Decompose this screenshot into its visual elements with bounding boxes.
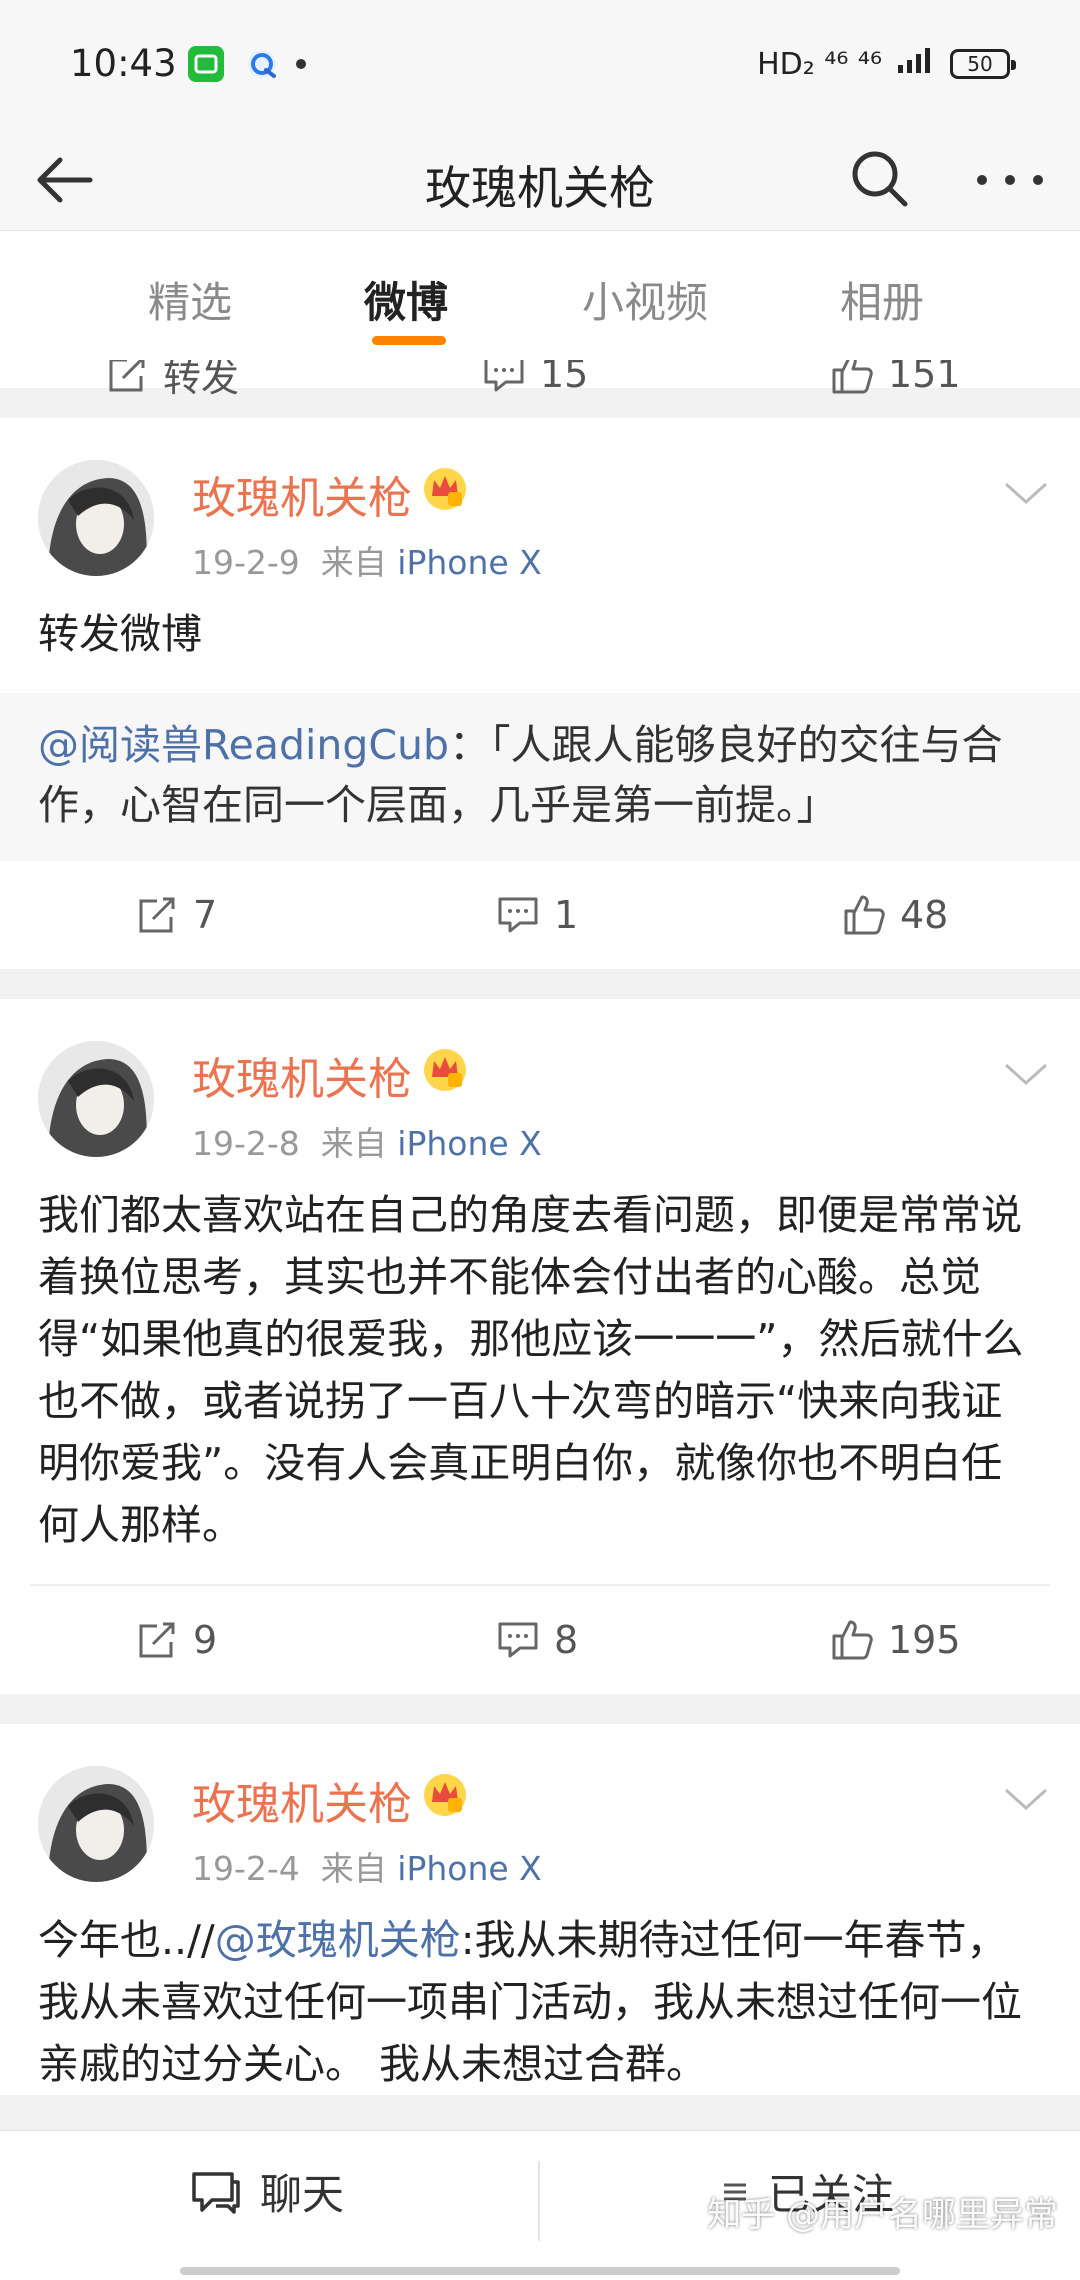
- tab-album[interactable]: 相册: [840, 269, 924, 330]
- active-tab-indicator: [372, 336, 446, 345]
- comment-button[interactable]: 1: [496, 861, 578, 969]
- weibo-feed[interactable]: 转发 15 151 玫瑰机关枪 19-2-9 来自 iPhone X 转发微博 …: [0, 360, 1080, 2130]
- mention-link[interactable]: @玫瑰机关枪: [215, 1916, 461, 1964]
- repost-count: 9: [193, 1618, 218, 1662]
- thumbs-up-icon: [832, 1620, 873, 1660]
- like-count: 195: [888, 1618, 961, 1662]
- signal-icon: [896, 45, 936, 83]
- repost-icon: [139, 897, 175, 933]
- reposted-content[interactable]: @阅读兽ReadingCub：「人跟人能够良好的交往与合作，心智在同一个层面，几…: [0, 693, 1080, 861]
- like-button[interactable]: 195: [830, 1586, 961, 1694]
- vip-crown-icon: [422, 466, 468, 512]
- weibo-post[interactable]: 玫瑰机关枪 19-2-4 来自 iPhone X 今年也..//@玫瑰机关枪:我…: [0, 1724, 1080, 2095]
- post-from: 来自: [320, 543, 387, 582]
- comment-icon: [498, 897, 538, 933]
- post-source[interactable]: iPhone X: [397, 543, 542, 582]
- repost-label: 转发: [163, 360, 240, 400]
- repost-icon: [139, 1622, 175, 1658]
- chat-icon: [192, 2171, 240, 2214]
- post-text: 我们都太喜欢站在自己的角度去看问题，即便是常常说着换位思考，其实也并不能体会付出…: [38, 1191, 1024, 1549]
- feed-separator: [0, 1694, 1080, 1724]
- chat-button[interactable]: 聊天: [190, 2161, 344, 2222]
- repost-icon: [109, 360, 145, 392]
- browser-icon: [244, 46, 280, 82]
- vip-crown-icon: [422, 1047, 468, 1093]
- home-indicator[interactable]: [180, 2267, 900, 2275]
- author-name[interactable]: 玫瑰机关枪: [192, 1768, 412, 1832]
- thumbs-up-icon: [832, 360, 873, 394]
- comment-count: 15: [540, 360, 589, 396]
- repost-button[interactable]: 7: [135, 861, 217, 969]
- watermark: 知乎 @用户名哪里异常: [707, 2195, 1058, 2235]
- profile-tabs: 精选 微博 小视频 相册: [0, 230, 1080, 360]
- weibo-post[interactable]: 玫瑰机关枪 19-2-8 来自 iPhone X 我们都太喜欢站在自己的角度去看…: [0, 999, 1080, 1694]
- repost-button[interactable]: 9: [135, 1586, 217, 1694]
- chevron-down-icon[interactable]: [1002, 478, 1050, 508]
- like-count: 151: [888, 360, 961, 396]
- post-date: 19-2-8: [192, 1124, 300, 1163]
- chevron-down-icon[interactable]: [1002, 1784, 1050, 1814]
- post-actions: 9 8 195: [0, 1586, 1080, 1694]
- page-title: 玫瑰机关枪: [425, 161, 655, 215]
- repost-user-link[interactable]: @阅读兽ReadingCub: [38, 721, 449, 769]
- network-indicator: HD₂ ⁴⁶ ⁴⁶: [757, 46, 882, 82]
- thumbs-up-icon: [844, 895, 885, 935]
- post-from: 来自: [320, 1849, 387, 1888]
- post-source[interactable]: iPhone X: [397, 1849, 542, 1888]
- post-from: 来自: [320, 1124, 387, 1163]
- status-indicators: HD₂ ⁴⁶ ⁴⁶ 50: [757, 44, 1016, 84]
- more-options-icon[interactable]: [970, 150, 1050, 210]
- post-actions: 7 1 48: [0, 861, 1080, 969]
- comment-count: 8: [554, 1618, 579, 1662]
- search-icon[interactable]: [845, 144, 915, 214]
- repost-count: 7: [193, 893, 218, 937]
- iqiyi-icon: [188, 46, 224, 82]
- comment-icon: [498, 1622, 538, 1658]
- author-name[interactable]: 玫瑰机关枪: [192, 1043, 412, 1107]
- comment-button[interactable]: 8: [496, 1586, 578, 1694]
- post-text-prefix: 今年也..//: [38, 1916, 215, 1964]
- chevron-down-icon[interactable]: [1002, 1059, 1050, 1089]
- post-date: 19-2-9: [192, 543, 300, 582]
- vip-crown-icon: [422, 1772, 468, 1818]
- comment-icon: [484, 360, 524, 392]
- status-time: 10:43: [70, 42, 177, 85]
- post-header: 玫瑰机关枪 19-2-9 来自 iPhone X: [0, 418, 1080, 603]
- like-count: 48: [900, 893, 949, 937]
- previous-post-actions: 转发 15 151: [0, 360, 1080, 400]
- author-name[interactable]: 玫瑰机关枪: [192, 462, 412, 526]
- tab-short-videos[interactable]: 小视频: [582, 269, 708, 330]
- status-bar: 10:43 HD₂ ⁴⁶ ⁴⁶ 50: [0, 0, 1080, 130]
- avatar[interactable]: [38, 1766, 154, 1882]
- nav-bar: 玫瑰机关枪: [0, 130, 1080, 230]
- post-text: 今年也..//@玫瑰机关枪:我从未期待过任何一年春节，我从未喜欢过任何一项串门活…: [0, 1909, 1080, 2095]
- post-date: 19-2-4: [192, 1849, 300, 1888]
- post-text: 转发微博: [38, 610, 202, 658]
- battery-icon: 50: [950, 49, 1016, 79]
- post-header: 玫瑰机关枪 19-2-4 来自 iPhone X: [0, 1724, 1080, 1909]
- like-button[interactable]: 48: [842, 861, 948, 969]
- tab-featured[interactable]: 精选: [148, 269, 232, 330]
- weibo-post[interactable]: 玫瑰机关枪 19-2-9 来自 iPhone X 转发微博 @阅读兽Readin…: [0, 418, 1080, 969]
- post-header: 玫瑰机关枪 19-2-8 来自 iPhone X: [0, 999, 1080, 1184]
- avatar[interactable]: [38, 1041, 154, 1157]
- tab-weibo[interactable]: 微博: [364, 269, 448, 330]
- avatar[interactable]: [38, 460, 154, 576]
- notification-dot-icon: [296, 59, 306, 69]
- post-meta: 19-2-8 来自 iPhone X: [192, 1117, 542, 1165]
- chat-label: 聊天: [260, 2170, 345, 2219]
- comment-count: 1: [554, 893, 579, 937]
- post-source[interactable]: iPhone X: [397, 1124, 542, 1163]
- post-meta: 19-2-9 来自 iPhone X: [192, 536, 542, 584]
- bottom-bar-divider: [538, 2161, 540, 2241]
- bottom-action-bar: 聊天 已关注 知乎 @用户名哪里异常: [0, 2130, 1080, 2280]
- post-meta: 19-2-4 来自 iPhone X: [192, 1842, 542, 1890]
- feed-separator: [0, 969, 1080, 999]
